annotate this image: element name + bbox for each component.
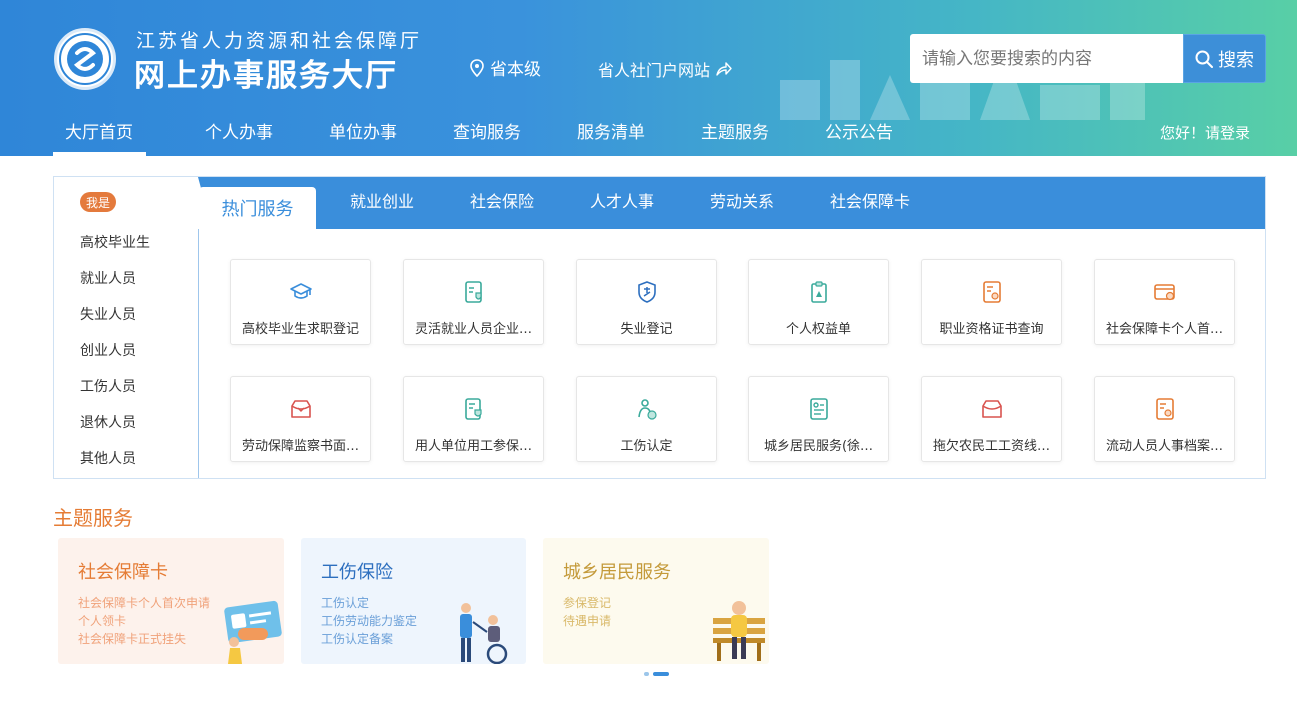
wheelchair-illustration [460,603,508,664]
site-title: 网上办事服务大厅 [134,58,398,94]
sidebar-item-unemployed[interactable]: 失业人员 [80,304,136,324]
service-card-label: 工伤认定 [620,439,673,454]
service-card-label: 高校毕业生求职登记 [241,322,359,337]
tab-talent[interactable]: 人才人事 [590,188,654,212]
service-card[interactable]: 城乡居民服务(徐… [748,376,889,462]
location-pin-icon [470,58,484,77]
site-logo[interactable] [54,28,116,90]
nav-item-service-list[interactable]: 服务清单 [577,118,645,143]
document-shield-icon [465,398,482,420]
service-card-label: 职业资格证书查询 [939,322,1044,337]
service-card[interactable]: 失业登记 [576,259,717,345]
wage-box-icon [982,400,1002,418]
theme-card-social-security[interactable]: 社会保障卡 社会保障卡个人首次申请 个人领卡 社会保障卡正式挂失 [58,538,284,664]
service-card-label: 社会保障卡个人首… [1105,322,1223,337]
identity-badge: 我是 [80,192,116,212]
service-card[interactable]: 个人权益单 [748,259,889,345]
carousel-dot[interactable] [644,672,649,676]
service-card-label: 拖欠农民工工资线… [932,439,1050,454]
nav-item-theme[interactable]: 主题服务 [701,118,769,143]
nav-item-home[interactable]: 大厅首页 [65,118,133,143]
nav-item-organization[interactable]: 单位办事 [329,118,397,143]
share-arrow-icon [716,62,732,76]
service-card-label: 城乡居民服务(徐… [763,439,874,454]
search-input[interactable] [910,34,1184,83]
theme-card-title: 工伤保险 [321,562,393,583]
service-card-label: 劳动保障监察书面… [241,439,359,454]
login-link[interactable]: 您好！请登录 [1160,122,1250,143]
graduation-cap-icon [290,283,312,299]
injury-person-icon [638,399,657,420]
id-card-shield-icon [465,281,482,303]
theme-card-link[interactable]: 个人领卡 [78,612,126,629]
service-card[interactable]: 拖欠农民工工资线… [921,376,1062,462]
certificate-icon [983,281,1001,303]
search-button[interactable]: 搜索 [1183,34,1266,83]
resident-card-icon [810,398,828,420]
nav-active-indicator [53,152,146,156]
inspection-box-icon [291,400,311,418]
nav-item-personal[interactable]: 个人办事 [205,118,273,143]
sidebar-item-graduate[interactable]: 高校毕业生 [80,232,150,252]
service-card[interactable]: 劳动保障监察书面… [230,376,371,462]
nav-item-query[interactable]: 查询服务 [453,118,521,143]
theme-card-link[interactable]: 工伤认定 [321,594,369,611]
social-card-illustration [224,600,282,664]
tab-employment[interactable]: 就业创业 [350,188,414,212]
service-card[interactable]: 高校毕业生求职登记 [230,259,371,345]
theme-card-link[interactable]: 工伤认定备案 [321,630,393,647]
theme-card-link[interactable]: 社会保障卡个人首次申请 [78,594,210,611]
location-selector[interactable]: 省本级 [470,55,541,80]
logo-emblem-icon [59,33,111,85]
service-card-label: 灵活就业人员企业… [414,322,532,337]
search-button-label: 搜索 [1218,49,1254,71]
service-card-label: 个人权益单 [785,322,851,337]
service-card[interactable]: 流动人员人事档案… [1094,376,1235,462]
theme-card-link[interactable]: 社会保障卡正式挂失 [78,630,186,647]
archive-card-icon [1156,398,1174,420]
portal-link[interactable]: 省人社门户网站 [598,57,732,81]
theme-card-link[interactable]: 工伤劳动能力鉴定 [321,612,417,629]
tab-labor-relations[interactable]: 劳动关系 [710,188,774,212]
portal-link-label: 省人社门户网站 [598,61,711,80]
theme-card-injury-insurance[interactable]: 工伤保险 工伤认定 工伤劳动能力鉴定 工伤认定备案 [301,538,526,664]
org-name: 江苏省人力资源和社会保障厅 [136,30,423,52]
service-card-label: 流动人员人事档案… [1105,439,1223,454]
sidebar-item-injured[interactable]: 工伤人员 [80,376,136,396]
service-card[interactable]: 社会保障卡个人首… [1094,259,1235,345]
carousel-dot-active[interactable] [653,672,669,676]
theme-card-title: 社会保障卡 [78,562,168,583]
service-panel: 我是 高校毕业生 就业人员 失业人员 创业人员 工伤人员 退休人员 其他人员 热… [53,176,1266,479]
service-card[interactable]: 用人单位用工参保… [403,376,544,462]
theme-section-title: 主题服务 [53,506,133,530]
theme-card-resident-services[interactable]: 城乡居民服务 参保登记 待遇申请 [543,538,769,664]
clipboard-icon [811,281,827,303]
service-card-label: 失业登记 [620,322,673,337]
theme-card-title: 城乡居民服务 [563,562,671,583]
service-card[interactable]: 工伤认定 [576,376,717,462]
service-card[interactable]: 职业资格证书查询 [921,259,1062,345]
carousel-pagination [644,672,669,676]
service-card-label: 用人单位用工参保… [414,439,532,454]
card-gear-icon [1154,284,1175,301]
site-header: 江苏省人力资源和社会保障厅 网上办事服务大厅 省本级 省人社门户网站 搜索 大厅… [0,0,1297,156]
sidebar-item-retired[interactable]: 退休人员 [80,412,136,432]
unemployment-shield-icon [638,281,656,303]
theme-card-link[interactable]: 待遇申请 [563,612,611,629]
sidebar-item-other[interactable]: 其他人员 [80,448,136,468]
sidebar-item-entrepreneur[interactable]: 创业人员 [80,340,136,360]
tab-social-security-card[interactable]: 社会保障卡 [830,188,910,212]
tab-social-insurance[interactable]: 社会保险 [470,188,534,212]
sidebar-item-employed[interactable]: 就业人员 [80,268,136,288]
theme-card-link[interactable]: 参保登记 [563,594,611,611]
identity-sidebar: 我是 高校毕业生 就业人员 失业人员 创业人员 工伤人员 退休人员 其他人员 [54,177,198,478]
location-label: 省本级 [490,60,541,80]
tab-divider [198,229,199,478]
nav-item-notice[interactable]: 公示公告 [825,118,893,143]
tab-hot-services[interactable]: 热门服务 [199,187,316,229]
main-nav: 大厅首页 个人办事 单位办事 查询服务 服务清单 主题服务 公示公告 [0,108,1297,156]
search-icon [1195,50,1213,68]
service-card[interactable]: 灵活就业人员企业… [403,259,544,345]
elderly-bench-illustration [713,601,765,661]
